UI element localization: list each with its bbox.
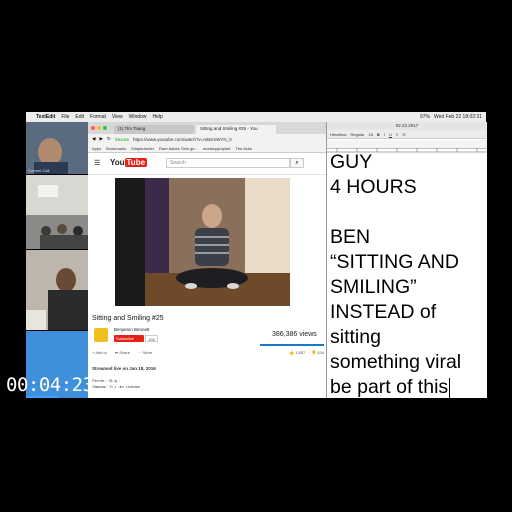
reload-icon[interactable]: ↻ (107, 136, 111, 142)
bookmarks-bar: Apps Bookmarks SimpleAdder Rare Ashes Tw… (88, 144, 328, 153)
font-size-select[interactable]: 18 (368, 132, 372, 137)
publish-date: Streamed live on Jan 18, 2016 (92, 366, 156, 371)
subscribe-button[interactable]: Subscribe (114, 335, 144, 342)
search-icon: ⌕ (295, 160, 299, 166)
avatar[interactable] (94, 328, 108, 342)
more-label: More (143, 350, 153, 355)
back-icon[interactable]: ◀ (92, 136, 95, 142)
url-text[interactable]: https://www.youtube.com/watch?v=mBsmWYN_… (133, 137, 232, 142)
channel-row: Benjamin Bennett Subscribe 196 386,386 v… (92, 326, 324, 346)
battery-status[interactable]: 97% (420, 114, 430, 120)
rating-group: 👍 1,857 👎 434 (289, 350, 324, 358)
font-family-select[interactable]: Helvetica (330, 132, 346, 137)
menu-window[interactable]: Window (129, 114, 147, 120)
align-left-icon[interactable]: ≡ (396, 132, 398, 137)
address-bar[interactable]: ◀ ▶ ↻ Secure https://www.youtube.com/wat… (88, 134, 328, 144)
mac-menu-bar: TextEdit File Edit Format View Window He… (26, 112, 486, 122)
bookmark-bookmarks[interactable]: Bookmarks (106, 146, 126, 151)
browser-window: (1) Tim Tsang Sitting and Smiling #25 - … (88, 122, 328, 398)
like-ratio-bar (260, 344, 324, 346)
italic-icon[interactable]: I (384, 132, 385, 137)
text-line: BEN (330, 226, 371, 248)
bookmark-the-actio[interactable]: The Actio (235, 146, 252, 151)
dislike-button[interactable]: 👎 434 (311, 350, 324, 358)
menu-format[interactable]: Format (90, 114, 106, 120)
text-line: SMILING” (330, 276, 417, 298)
menu-view[interactable]: View (112, 114, 123, 120)
text-line: GUY (330, 151, 373, 173)
channel-name[interactable]: Benjamin Bennett (114, 327, 150, 332)
menu-app-name[interactable]: TextEdit (36, 114, 55, 120)
bookmark-rare-ashes[interactable]: Rare Ashes Twin ge... (159, 146, 198, 151)
action-row: + Add to ➦ Share ··· More 👍 1,857 👎 434 (92, 350, 324, 358)
text-line (330, 200, 486, 225)
document-body[interactable]: GUY 4 HOURS BEN “SITTING AND SMILING” IN… (330, 150, 486, 398)
search-input[interactable]: Search (166, 158, 290, 168)
minimize-window-button[interactable] (97, 126, 101, 130)
video-player[interactable] (115, 178, 290, 306)
like-button[interactable]: 👍 1,857 (289, 350, 305, 358)
tab-label: Sitting and Smiling #25 - You (200, 126, 258, 131)
bookmark-monkeyprophet[interactable]: monkeyprophet (203, 146, 231, 151)
menu-status-area: 97% Wed Feb 22 18:02:31 (420, 114, 486, 120)
bold-icon[interactable]: B (377, 132, 380, 137)
like-count: 1,857 (295, 350, 306, 355)
text-line: something viral (330, 351, 462, 373)
call-label: Current Call (28, 168, 50, 173)
share-button[interactable]: ➦ Share (115, 350, 130, 358)
more-button[interactable]: ··· More (138, 350, 152, 358)
bookmark-apps[interactable]: Apps (92, 146, 101, 151)
text-line: “SITTING AND (330, 251, 459, 273)
list-icon[interactable]: ☷ (402, 132, 406, 137)
forward-icon[interactable]: ▶ (99, 136, 102, 142)
text-line: 4 HOURS (330, 176, 417, 198)
add-to-button[interactable]: + Add to (92, 350, 107, 358)
textedit-title: 02.22.2017 (327, 122, 487, 130)
format-toolbar: Helvetica Regular 18 B I U ≡ ☷ (327, 130, 487, 139)
text-line: INSTEAD of (330, 301, 437, 323)
timeline-progress (26, 396, 58, 398)
subscriber-count: 196 (145, 335, 158, 342)
logo-you: You (110, 158, 125, 167)
dislike-count: 434 (317, 350, 324, 355)
logo-tube: Tube (124, 158, 148, 167)
view-count: 386,386 views (272, 331, 317, 338)
font-style-select[interactable]: Regular (350, 132, 364, 137)
menu-clock[interactable]: Wed Feb 22 18:02:31 (434, 114, 482, 120)
bookmark-simpleadder[interactable]: SimpleAdder (131, 146, 154, 151)
text-cursor (449, 377, 451, 398)
share-label: Share (119, 350, 130, 355)
video-title: Sitting and Smiling #25 (92, 315, 164, 322)
add-to-label: Add to (95, 350, 107, 355)
tab-label: (1) Tim Tsang (118, 126, 146, 131)
youtube-logo[interactable]: You Tube (110, 158, 148, 167)
menu-file[interactable]: File (61, 114, 69, 120)
tab-facebook[interactable]: (1) Tim Tsang (114, 125, 194, 134)
tab-youtube[interactable]: Sitting and Smiling #25 - You (196, 125, 276, 134)
menu-help[interactable]: Help (152, 114, 162, 120)
close-window-button[interactable] (91, 126, 95, 130)
youtube-header: ☰ You Tube Search ⌕ (88, 154, 328, 175)
timecode-overlay: 00:04:23;00 (6, 374, 127, 396)
underline-icon[interactable]: U (389, 132, 392, 137)
ruler[interactable] (327, 140, 487, 153)
text-line: sitting (330, 326, 381, 348)
text-line: be part of this (330, 376, 449, 398)
tab-bar: (1) Tim Tsang Sitting and Smiling #25 - … (88, 122, 328, 134)
zoom-window-button[interactable] (103, 126, 107, 130)
menu-icon[interactable]: ☰ (94, 159, 100, 167)
secure-indicator[interactable]: Secure (115, 137, 129, 142)
search-button[interactable]: ⌕ (290, 158, 304, 168)
textedit-window: 02.22.2017 Helvetica Regular 18 B I U ≡ … (326, 122, 487, 398)
menu-edit[interactable]: Edit (75, 114, 84, 120)
text-line-last: be part of this (330, 375, 486, 398)
